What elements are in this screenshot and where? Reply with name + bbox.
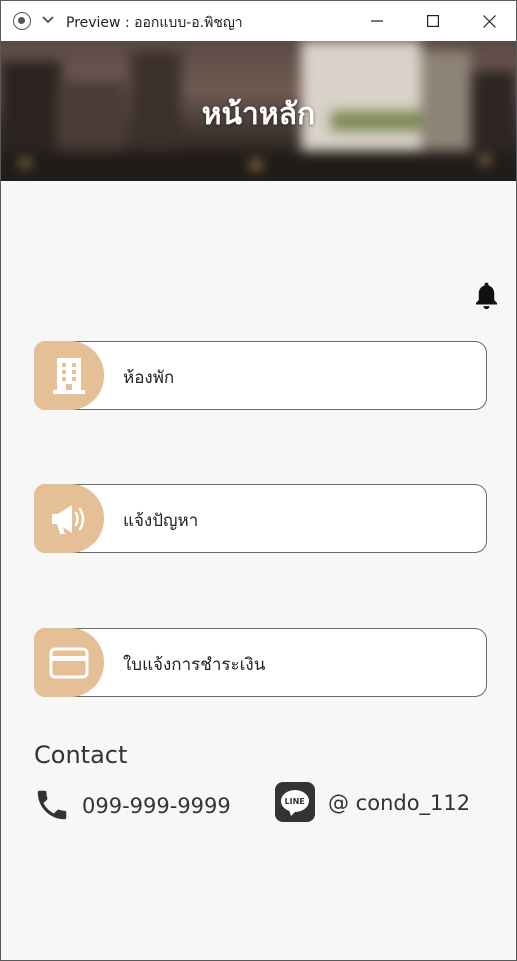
- line-id[interactable]: @ condo_112: [328, 791, 470, 815]
- card-label: ใบแจ้งการชำระเงิน: [123, 655, 266, 675]
- app-window: Preview : ออกแบบ-อ.พิชญา หน้าหลัก ห้องพั…: [0, 0, 517, 961]
- page-title: หน้าหลัก: [201, 97, 316, 132]
- minimize-button[interactable]: [349, 1, 405, 41]
- credit-card-icon: [49, 647, 89, 678]
- title-bar: Preview : ออกแบบ-อ.พิชญา: [1, 1, 516, 41]
- contact-heading: Contact: [34, 741, 128, 769]
- card-icon-container: [34, 628, 104, 697]
- card-icon-container: [34, 341, 104, 410]
- maximize-button[interactable]: [405, 1, 461, 41]
- window-title: Preview : ออกแบบ-อ.พิชญา: [66, 15, 243, 31]
- menu-card-rooms[interactable]: ห้องพัก: [34, 341, 487, 410]
- maximize-icon: [427, 15, 439, 27]
- close-button[interactable]: [461, 1, 516, 41]
- phone-number[interactable]: 099-999-9999: [82, 794, 231, 818]
- card-label: ห้องพัก: [123, 368, 175, 388]
- menu-card-report-problem[interactable]: แจ้งปัญหา: [34, 484, 487, 553]
- minimize-icon: [371, 20, 383, 22]
- line-logo-icon: LINE: [281, 790, 309, 816]
- line-icon[interactable]: LINE: [275, 782, 315, 822]
- record-icon[interactable]: [13, 12, 31, 30]
- card-label: แจ้งปัญหา: [123, 511, 199, 531]
- bell-icon[interactable]: [473, 281, 500, 311]
- card-icon-container: [34, 484, 104, 553]
- phone-icon[interactable]: [33, 786, 71, 824]
- chevron-down-icon[interactable]: [41, 13, 55, 27]
- megaphone-icon: [52, 504, 85, 534]
- svg-text:LINE: LINE: [285, 797, 305, 806]
- close-icon: [482, 14, 496, 28]
- menu-card-payment-invoice[interactable]: ใบแจ้งการชำระเงิน: [34, 628, 487, 697]
- building-icon: [53, 357, 85, 394]
- header-banner: หน้าหลัก: [1, 41, 516, 181]
